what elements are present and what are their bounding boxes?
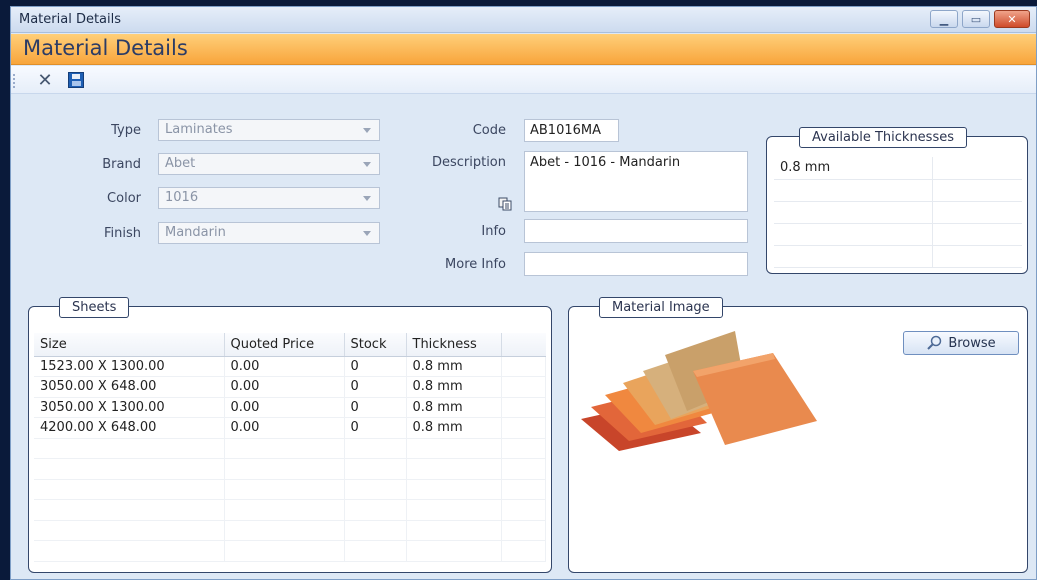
- code-label: Code: [472, 123, 506, 138]
- more-info-label: More Info: [445, 257, 506, 272]
- type-combo[interactable]: Laminates: [158, 119, 380, 141]
- table-row[interactable]: 4200.00 X 648.00 0.00 0 0.8 mm: [34, 417, 546, 439]
- finish-label: Finish: [103, 226, 141, 241]
- table-header-row: Size Quoted Price Stock Thickness: [34, 333, 546, 357]
- list-item[interactable]: [774, 223, 1022, 246]
- table-row[interactable]: 3050.00 X 648.00 0.00 0 0.8 mm: [34, 376, 546, 398]
- type-value: Laminates: [165, 122, 233, 137]
- header-bar: Material Details: [11, 34, 1036, 65]
- column-header-quoted-price[interactable]: Quoted Price: [224, 333, 345, 357]
- info-field[interactable]: [524, 219, 748, 243]
- chevron-down-icon: [363, 196, 371, 201]
- table-row[interactable]: [34, 540, 546, 562]
- delete-button[interactable]: ✕: [35, 69, 55, 91]
- column-header-stock[interactable]: Stock: [344, 333, 407, 357]
- chevron-down-icon: [363, 128, 371, 133]
- table-row[interactable]: [34, 520, 546, 541]
- color-value: 1016: [165, 190, 199, 205]
- available-thicknesses-title: Available Thicknesses: [799, 127, 967, 148]
- column-header-filler: [501, 333, 546, 357]
- copy-icon[interactable]: [498, 197, 512, 211]
- minimize-icon: ▁: [939, 12, 949, 26]
- list-item[interactable]: 0.8 mm: [774, 157, 1022, 180]
- browse-button[interactable]: Browse: [903, 331, 1019, 355]
- type-label: Type: [111, 123, 141, 138]
- table-row[interactable]: [34, 499, 546, 521]
- material-swatches-image: [581, 331, 817, 451]
- info-label: Info: [481, 224, 506, 239]
- table-row[interactable]: [34, 458, 546, 480]
- finish-value: Mandarin: [165, 225, 226, 240]
- more-info-field[interactable]: [524, 252, 748, 276]
- table-row[interactable]: 1523.00 X 1300.00 0.00 0 0.8 mm: [34, 356, 546, 377]
- toolbar-grip[interactable]: [13, 74, 16, 88]
- close-icon: ✕: [1007, 12, 1017, 26]
- description-field[interactable]: Abet - 1016 - Mandarin: [524, 151, 748, 212]
- sheets-title: Sheets: [59, 297, 130, 318]
- browse-label: Browse: [948, 335, 996, 351]
- chevron-down-icon: [363, 231, 371, 236]
- save-button[interactable]: [66, 70, 86, 90]
- minimize-button[interactable]: ▁: [930, 10, 958, 28]
- list-item[interactable]: [774, 179, 1022, 202]
- material-details-window: Material Details ▁ ▭ ✕ Material Details …: [10, 6, 1037, 580]
- brand-label: Brand: [102, 157, 141, 172]
- chevron-down-icon: [363, 162, 371, 167]
- list-item[interactable]: [774, 201, 1022, 224]
- toolbar: ✕: [11, 66, 1036, 94]
- brand-value: Abet: [165, 156, 196, 171]
- code-field[interactable]: AB1016MA: [524, 119, 619, 142]
- table-row[interactable]: [34, 479, 546, 500]
- column-header-thickness[interactable]: Thickness: [406, 333, 502, 357]
- material-image-title: Material Image: [599, 297, 723, 318]
- column-header-size[interactable]: Size: [34, 333, 225, 357]
- delete-x-icon: ✕: [37, 69, 53, 91]
- window-title: Material Details: [19, 12, 122, 27]
- maximize-icon: ▭: [970, 12, 982, 26]
- material-image-group: Browse: [568, 306, 1028, 573]
- table-row[interactable]: 3050.00 X 1300.00 0.00 0 0.8 mm: [34, 397, 546, 418]
- color-combo[interactable]: 1016: [158, 187, 380, 209]
- magnifier-icon: [927, 335, 942, 350]
- sheets-group: Size Quoted Price Stock Thickness 1523.0…: [28, 306, 552, 573]
- table-row[interactable]: [34, 438, 546, 459]
- list-item[interactable]: [774, 245, 1022, 268]
- maximize-button[interactable]: ▭: [962, 10, 990, 28]
- page-title: Material Details: [23, 36, 188, 60]
- save-disk-icon: [68, 72, 84, 88]
- sheets-table: Size Quoted Price Stock Thickness 1523.0…: [34, 333, 546, 562]
- description-label: Description: [431, 155, 506, 170]
- brand-combo[interactable]: Abet: [158, 153, 380, 175]
- color-label: Color: [107, 191, 141, 206]
- title-bar[interactable]: Material Details ▁ ▭ ✕: [11, 7, 1036, 33]
- available-thicknesses-group: 0.8 mm: [766, 136, 1028, 274]
- thicknesses-list[interactable]: 0.8 mm: [774, 157, 1022, 268]
- finish-combo[interactable]: Mandarin: [158, 222, 380, 244]
- close-window-button[interactable]: ✕: [994, 10, 1030, 28]
